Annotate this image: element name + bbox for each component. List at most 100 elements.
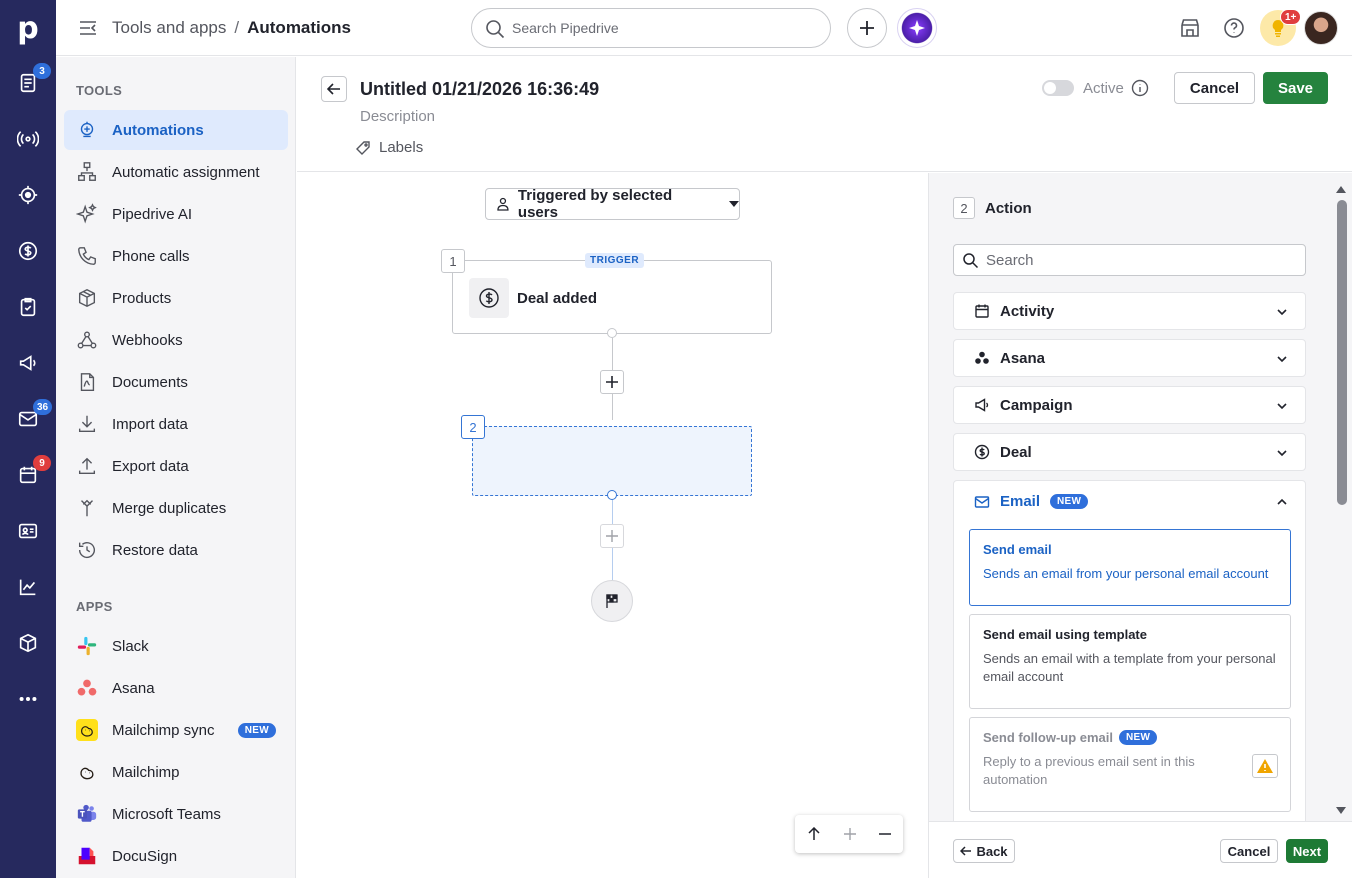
sidebar-item-merge-duplicates[interactable]: Merge duplicates — [64, 488, 288, 528]
broadcast-icon — [17, 131, 39, 147]
scroll-up-icon[interactable] — [1335, 185, 1347, 195]
tips-badge: 1+ — [1280, 9, 1302, 25]
category-label: Activity — [1000, 302, 1055, 320]
plus-icon — [606, 530, 618, 542]
sidebar-item-phone-calls[interactable]: Phone calls — [64, 236, 288, 276]
action-option-send-email[interactable]: Send email Sends an email from your pers… — [969, 529, 1291, 606]
add-step-button[interactable] — [600, 370, 624, 394]
chevron-up-icon[interactable] — [1275, 495, 1289, 509]
action-search-input[interactable]: Search — [953, 244, 1306, 276]
rail-mail[interactable]: 36 — [0, 397, 56, 441]
megaphone-icon — [975, 398, 989, 412]
ai-assistant-button[interactable] — [897, 8, 937, 48]
sidebar-item-restore-data[interactable]: Restore data — [64, 530, 288, 570]
rail-more[interactable] — [0, 677, 56, 721]
sidebar-item-slack[interactable]: Slack — [64, 626, 288, 666]
category-activity[interactable]: Activity — [953, 292, 1306, 330]
marketplace-icon[interactable] — [1178, 16, 1202, 40]
panel-cancel-button[interactable]: Cancel — [1220, 839, 1278, 863]
automations-icon — [80, 121, 94, 138]
info-icon[interactable] — [1131, 79, 1149, 97]
sidebar-item-mailchimp-sync[interactable]: Mailchimp sync NEW — [64, 710, 288, 750]
labels-button[interactable]: Labels — [355, 139, 423, 156]
apps-section-title: APPS — [76, 599, 113, 614]
sidebar-item-label: Phone calls — [112, 247, 190, 265]
category-email-expanded: Email NEW Send email Sends an email from… — [953, 480, 1306, 825]
sidebar-item-import-data[interactable]: Import data — [64, 404, 288, 444]
scroll-down-icon[interactable] — [1335, 805, 1347, 815]
warning-indicator[interactable] — [1252, 754, 1278, 778]
rail-target[interactable] — [0, 173, 56, 217]
active-toggle[interactable] — [1042, 80, 1074, 96]
zoom-out-icon[interactable] — [879, 828, 892, 840]
deal-icon-tile — [469, 278, 509, 318]
new-badge: NEW — [1119, 730, 1158, 745]
panel-back-button[interactable]: Back — [953, 839, 1015, 863]
mailchimp-logo-icon — [76, 719, 98, 741]
upload-icon — [78, 457, 96, 475]
category-campaign[interactable]: Campaign — [953, 386, 1306, 424]
trigger-label: Deal added — [517, 290, 598, 307]
sidebar-item-products[interactable]: Products — [64, 278, 288, 318]
trigger-node[interactable]: Deal added — [452, 260, 772, 334]
sidebar-item-webhooks[interactable]: Webhooks — [64, 320, 288, 360]
quick-add-button[interactable] — [847, 8, 887, 48]
products-icon — [19, 633, 37, 653]
warning-icon — [1257, 759, 1273, 773]
trigger-users-select[interactable]: Triggered by selected users — [485, 187, 740, 221]
save-button[interactable]: Save — [1263, 72, 1328, 104]
global-search-input[interactable]: Search Pipedrive — [471, 8, 831, 48]
action-placeholder-node[interactable] — [472, 426, 752, 496]
sidebar-item-docusign[interactable]: DocuSign — [64, 836, 288, 876]
rail-tasks[interactable] — [0, 285, 56, 329]
rail-campaigns[interactable] — [0, 341, 56, 385]
panel-next-button[interactable]: Next — [1286, 839, 1328, 863]
panel-title: Action — [985, 200, 1032, 217]
rail-deals[interactable] — [0, 229, 56, 273]
rail-contacts[interactable] — [0, 509, 56, 553]
sidebar-item-label: Import data — [112, 415, 188, 433]
scroll-thumb[interactable] — [1337, 200, 1347, 505]
description-field[interactable]: Description — [360, 108, 435, 125]
back-button[interactable] — [321, 76, 347, 102]
sidebar-item-export-data[interactable]: Export data — [64, 446, 288, 486]
menu-toggle-icon[interactable] — [78, 18, 98, 38]
breadcrumb-tools-and-apps[interactable]: Tools and apps — [112, 18, 226, 38]
panel-scrollbar[interactable] — [1334, 185, 1347, 821]
workflow-canvas[interactable]: Triggered by selected users Deal added 1… — [297, 173, 928, 878]
rail-products[interactable] — [0, 621, 56, 665]
asana-logo-icon — [77, 679, 97, 696]
sidebar-item-documents[interactable]: Documents — [64, 362, 288, 402]
cancel-button[interactable]: Cancel — [1174, 72, 1255, 104]
action-option-send-follow-up[interactable]: Send follow-up email NEW Reply to a prev… — [969, 717, 1291, 812]
automation-title[interactable]: Untitled 01/21/2026 16:36:49 — [360, 79, 599, 100]
sidebar-item-automatic-assignment[interactable]: Automatic assignment — [64, 152, 288, 192]
action-option-send-email-template[interactable]: Send email using template Sends an email… — [969, 614, 1291, 709]
zoom-in-icon[interactable] — [843, 828, 856, 840]
sidebar-item-automations[interactable]: Automations — [64, 110, 288, 150]
arrow-up-icon[interactable] — [807, 827, 821, 841]
sidebar-item-pipedrive-ai[interactable]: Pipedrive AI — [64, 194, 288, 234]
help-icon[interactable] — [1222, 16, 1246, 40]
user-avatar[interactable] — [1304, 11, 1338, 45]
back-label: Back — [976, 843, 1008, 859]
pipedrive-logo[interactable]: p — [0, 6, 56, 50]
category-deal[interactable]: Deal — [953, 433, 1306, 471]
rail-broadcast[interactable] — [0, 117, 56, 161]
category-email-header[interactable]: Email NEW — [974, 493, 1089, 510]
calendar-icon — [975, 304, 989, 318]
rail-insights[interactable] — [0, 565, 56, 609]
sidebar-item-label: DocuSign — [112, 847, 178, 865]
panel-step-number: 2 — [953, 197, 975, 219]
merge-icon — [81, 499, 93, 517]
category-label: Asana — [1000, 349, 1046, 367]
rail-leads[interactable]: 3 — [0, 61, 56, 105]
sidebar-item-microsoft-teams[interactable]: Microsoft Teams — [64, 794, 288, 834]
connector-dot — [607, 328, 617, 338]
category-asana[interactable]: Asana — [953, 339, 1306, 377]
rail-calendar[interactable]: 9 — [0, 453, 56, 497]
asana-icon — [975, 351, 989, 364]
sidebar-item-mailchimp[interactable]: Mailchimp — [64, 752, 288, 792]
sidebar-item-label: Merge duplicates — [112, 499, 227, 517]
sidebar-item-asana[interactable]: Asana — [64, 668, 288, 708]
